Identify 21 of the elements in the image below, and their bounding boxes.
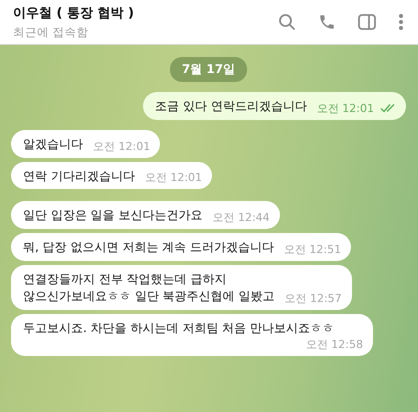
chat-title: 이우철 ( 통장 협박 ) [13, 5, 134, 22]
message-text: 조금 있다 연락드리겠습니다 [155, 98, 307, 115]
last-seen-status: 최근에 접속함 [13, 25, 90, 40]
message-text: 연결장들까지 전부 작업했는데 급하지 않으신가보네요ㅎㅎ 일단 북광주신협에 일봤고 [23, 270, 274, 305]
message-time: 오전 12:58 [306, 337, 363, 352]
message-text: 두고보시죠. 차단을 하시는데 저희팀 처음 만나보시죠ㅎㅎ [23, 320, 334, 337]
message-text: 일단 입장은 일을 보신다는건가요 [23, 207, 202, 224]
search-icon[interactable] [278, 13, 296, 31]
more-icon[interactable] [398, 13, 404, 31]
message-time: 오전 12:51 [284, 242, 342, 257]
message-text: 연락 기다리겠습니다 [23, 168, 135, 185]
message-time: 오전 12:01 [93, 138, 150, 154]
message-time: 오전 12:01 [316, 100, 374, 116]
message-time: 오전 12:44 [212, 210, 270, 226]
sidebar-toggle-icon[interactable] [358, 14, 376, 30]
message-text: 뭐, 답장 없으시면 저희는 계속 드러가겠습니다 [23, 239, 274, 256]
message-time: 오전 12:57 [284, 290, 342, 306]
date-badge: 7월 17일 [170, 57, 248, 82]
message-text: 알겠습니다 [23, 136, 83, 153]
message-time: 오전 12:01 [144, 170, 202, 186]
phone-icon[interactable] [318, 13, 336, 31]
